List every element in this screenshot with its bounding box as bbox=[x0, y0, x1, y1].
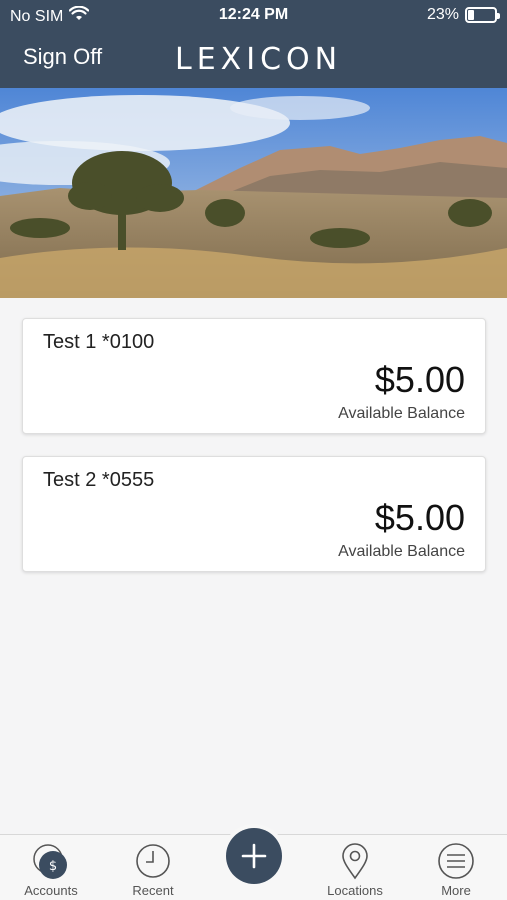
account-balance: $5.00 bbox=[374, 497, 465, 538]
app-header: No SIM 12:24 PM 23% Sign Off LEXICON bbox=[0, 0, 507, 88]
tab-recent[interactable]: Recent bbox=[103, 835, 203, 900]
tab-locations[interactable]: Locations bbox=[305, 835, 405, 900]
add-button[interactable] bbox=[226, 828, 282, 884]
tab-more[interactable]: More bbox=[406, 835, 506, 900]
account-card[interactable]: Test 2 *0555 $5.00 Available Balance bbox=[22, 456, 486, 572]
tab-label: Locations bbox=[327, 883, 383, 898]
available-balance-label: Available Balance bbox=[338, 543, 465, 560]
battery-percent: 23% bbox=[426, 6, 459, 23]
account-name: Test 2 *0555 bbox=[43, 469, 155, 491]
account-name: Test 1 *0100 bbox=[43, 331, 155, 353]
battery-icon bbox=[465, 7, 500, 23]
available-balance-label: Available Balance bbox=[338, 405, 465, 422]
tab-label: Recent bbox=[132, 883, 174, 898]
lexicon-logo: LEXICON bbox=[175, 42, 342, 77]
logo-text: LEXICON bbox=[175, 42, 343, 77]
clock-icon bbox=[133, 841, 173, 886]
menu-icon bbox=[436, 841, 476, 886]
status-right: 23% bbox=[426, 6, 500, 24]
location-pin-icon bbox=[335, 841, 375, 886]
tab-label: More bbox=[441, 883, 471, 898]
account-balance: $5.00 bbox=[374, 359, 465, 400]
hero-image bbox=[0, 88, 507, 298]
tab-accounts[interactable]: $ Accounts bbox=[1, 835, 101, 900]
account-card[interactable]: Test 1 *0100 $5.00 Available Balance bbox=[22, 318, 486, 434]
status-bar: No SIM 12:24 PM 23% bbox=[0, 0, 507, 30]
sign-off-button[interactable]: Sign Off bbox=[23, 44, 102, 70]
tab-label: Accounts bbox=[24, 883, 78, 898]
battery-level bbox=[468, 10, 474, 20]
desert-landscape-image bbox=[0, 88, 507, 298]
accounts-icon: $ bbox=[31, 841, 71, 886]
svg-text:$: $ bbox=[49, 859, 57, 874]
nav-bar: Sign Off LEXICON bbox=[0, 30, 507, 88]
